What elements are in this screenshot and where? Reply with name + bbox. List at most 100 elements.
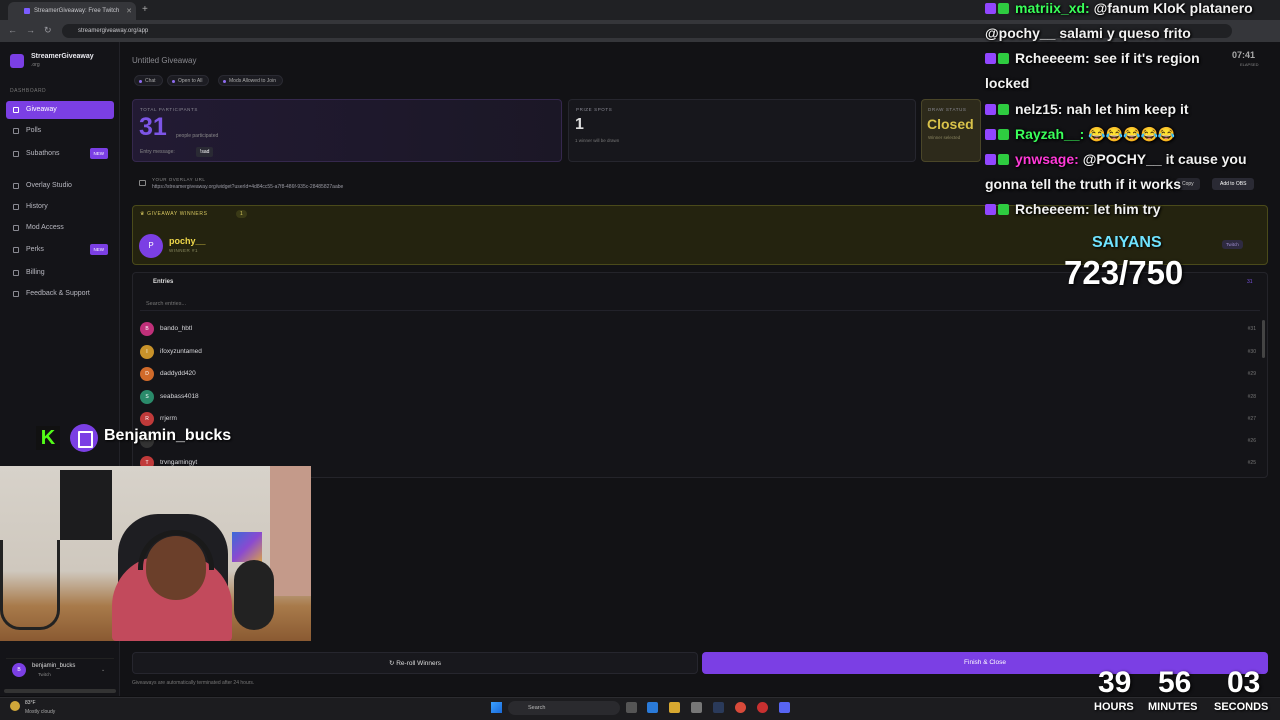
chat-text: nah let him keep it — [1066, 101, 1189, 117]
list-item[interactable]: Bbando_hbtl #31 — [140, 322, 1256, 344]
sidebar-item-label: Polls — [26, 127, 42, 134]
back-icon[interactable]: ← — [8, 25, 17, 35]
sidebar-item-feedback[interactable]: Feedback & Support — [6, 285, 114, 303]
polls-icon — [13, 128, 19, 134]
windows-start-icon[interactable] — [491, 702, 502, 713]
winners-heading-text: GIVEAWAY WINNERS — [147, 211, 208, 217]
sidebar-item-label: Billing — [26, 269, 45, 276]
chat-username: Rayzah__: — [1015, 126, 1085, 142]
countdown-seconds: 03 — [1227, 666, 1261, 699]
sidebar-section-heading: DASHBOARD — [10, 88, 47, 94]
overlay-icon — [13, 183, 19, 189]
brand-logo-icon — [10, 54, 24, 68]
steam-icon[interactable] — [713, 702, 724, 713]
list-item[interactable]: Sseabass4018 #28 — [140, 390, 1256, 412]
draw-status-desc: Winner selected — [928, 135, 961, 140]
avatar: S — [140, 390, 154, 404]
sidebar-item-polls[interactable]: Polls — [6, 122, 114, 140]
winner-platform-badge[interactable]: Twitch — [1222, 240, 1243, 249]
reload-icon[interactable]: ↻ — [44, 25, 52, 36]
sidebar-item-label: History — [26, 203, 48, 210]
overlay-url-value[interactable]: https://streamergiveaway.org/widget?user… — [152, 184, 343, 190]
sidebar-item-label: Giveaway — [26, 106, 57, 113]
shield-icon — [13, 225, 19, 231]
list-item[interactable]: Rrrjerm #27 — [140, 412, 1256, 434]
brand-suffix: .org — [31, 62, 40, 68]
entry-name: trvngamingyt — [160, 459, 198, 466]
sidebar-item-overlay-studio[interactable]: Overlay Studio — [6, 177, 114, 195]
sidebar-item-giveaway[interactable]: Giveaway — [6, 101, 114, 119]
sidebar-item-perks[interactable]: Perks NEW — [6, 241, 114, 259]
sidebar-item-billing[interactable]: Billing — [6, 264, 114, 282]
entry-name: rrjerm — [160, 415, 177, 422]
entry-number: #29 — [1247, 371, 1256, 377]
chat-username: ynwsage: — [1015, 151, 1079, 167]
brand-name: StreamerGiveaway — [31, 53, 94, 60]
reroll-text: Re-roll Winners — [396, 660, 442, 667]
weather-icon[interactable] — [10, 701, 20, 711]
task-view-icon[interactable] — [626, 702, 637, 713]
perks-icon — [13, 247, 19, 253]
prize-count: 1 — [575, 116, 584, 133]
webcam-window — [60, 470, 112, 540]
check-badge-icon — [998, 3, 1009, 14]
entry-number: #25 — [1247, 460, 1256, 466]
sub-goal-count: 723/750 — [1064, 254, 1184, 291]
winner-avatar: P — [139, 234, 163, 258]
settings-icon[interactable] — [691, 702, 702, 713]
discord-icon[interactable] — [779, 702, 790, 713]
chip-chat: Chat — [134, 75, 163, 86]
chat-message: nelz15: nah let him keep it — [985, 101, 1189, 117]
folder-icon[interactable] — [669, 702, 680, 713]
feedback-icon — [13, 291, 19, 297]
auto-terminate-note: Giveaways are automatically terminated a… — [132, 680, 255, 686]
chevron-down-icon[interactable]: ⌄ — [101, 667, 105, 673]
sidebar-item-history[interactable]: History — [6, 198, 114, 216]
list-item[interactable]: Ddaddydd420 #29 — [140, 367, 1256, 389]
webcam-door — [270, 466, 311, 596]
new-tab-icon[interactable]: + — [142, 4, 148, 15]
overlay-url-label: YOUR OVERLAY URL — [152, 177, 206, 182]
chat-username: nelz15: — [1015, 101, 1063, 117]
weather-desc: Mostly cloudy — [25, 709, 56, 715]
sidebar-item-label: Feedback & Support — [26, 290, 90, 297]
list-item[interactable]: #26 — [140, 434, 1256, 456]
entry-number: #30 — [1247, 349, 1256, 355]
sub-goal-label: SAIYANS — [1092, 234, 1162, 251]
chat-message: ynwsage: @POCHY__ it cause you — [985, 151, 1247, 167]
monitor-icon — [139, 180, 146, 186]
page-title[interactable]: Untitled Giveaway — [132, 56, 196, 65]
chat-text: see if it's region — [1093, 50, 1200, 66]
twitch-logo-icon — [70, 424, 98, 452]
avatar: B — [12, 663, 26, 677]
chrome-icon[interactable] — [735, 702, 746, 713]
add-to-obs-button[interactable]: Add to OBS — [1212, 178, 1255, 190]
entry-name: seabass4018 — [160, 393, 199, 400]
countdown-minutes-label: MINUTES — [1148, 701, 1198, 713]
chat-message: gonna tell the truth if it works — [985, 176, 1181, 192]
countdown-hours-label: HOURS — [1094, 701, 1134, 713]
sub-badge-icon — [985, 3, 996, 14]
search-entries-input[interactable]: Search entries... — [140, 298, 1260, 311]
taskbar-search[interactable]: Search — [508, 701, 620, 715]
browser-tab[interactable]: StreamerGiveaway: Free Twitch ✕ — [8, 2, 136, 20]
list-item[interactable]: Iifoxyzuntamed #30 — [140, 345, 1256, 367]
check-badge-icon — [998, 104, 1009, 115]
sidebar-scrollbar[interactable] — [4, 689, 116, 693]
entry-name: daddydd420 — [160, 370, 196, 377]
forward-icon[interactable]: → — [26, 25, 35, 35]
obs-icon[interactable] — [757, 702, 768, 713]
check-badge-icon — [998, 204, 1009, 215]
sidebar-item-mod-access[interactable]: Mod Access — [6, 219, 114, 237]
entry-number: #27 — [1247, 416, 1256, 422]
elapsed-label: ELAPSED — [1240, 62, 1259, 67]
close-tab-icon[interactable]: ✕ — [126, 7, 132, 15]
chat-message: Rcheeeem: let him try — [985, 201, 1161, 217]
sidebar-item-subathons[interactable]: Subathons NEW — [6, 145, 114, 163]
edge-icon[interactable] — [647, 702, 658, 713]
winners-heading: ♛ GIVEAWAY WINNERS — [140, 211, 208, 217]
participants-label: TOTAL PARTICIPANTS — [140, 107, 198, 112]
chat-message: Rcheeeem: see if it's region — [985, 50, 1200, 66]
entries-scrollbar[interactable] — [1262, 320, 1265, 358]
site-favicon-icon — [24, 8, 30, 14]
